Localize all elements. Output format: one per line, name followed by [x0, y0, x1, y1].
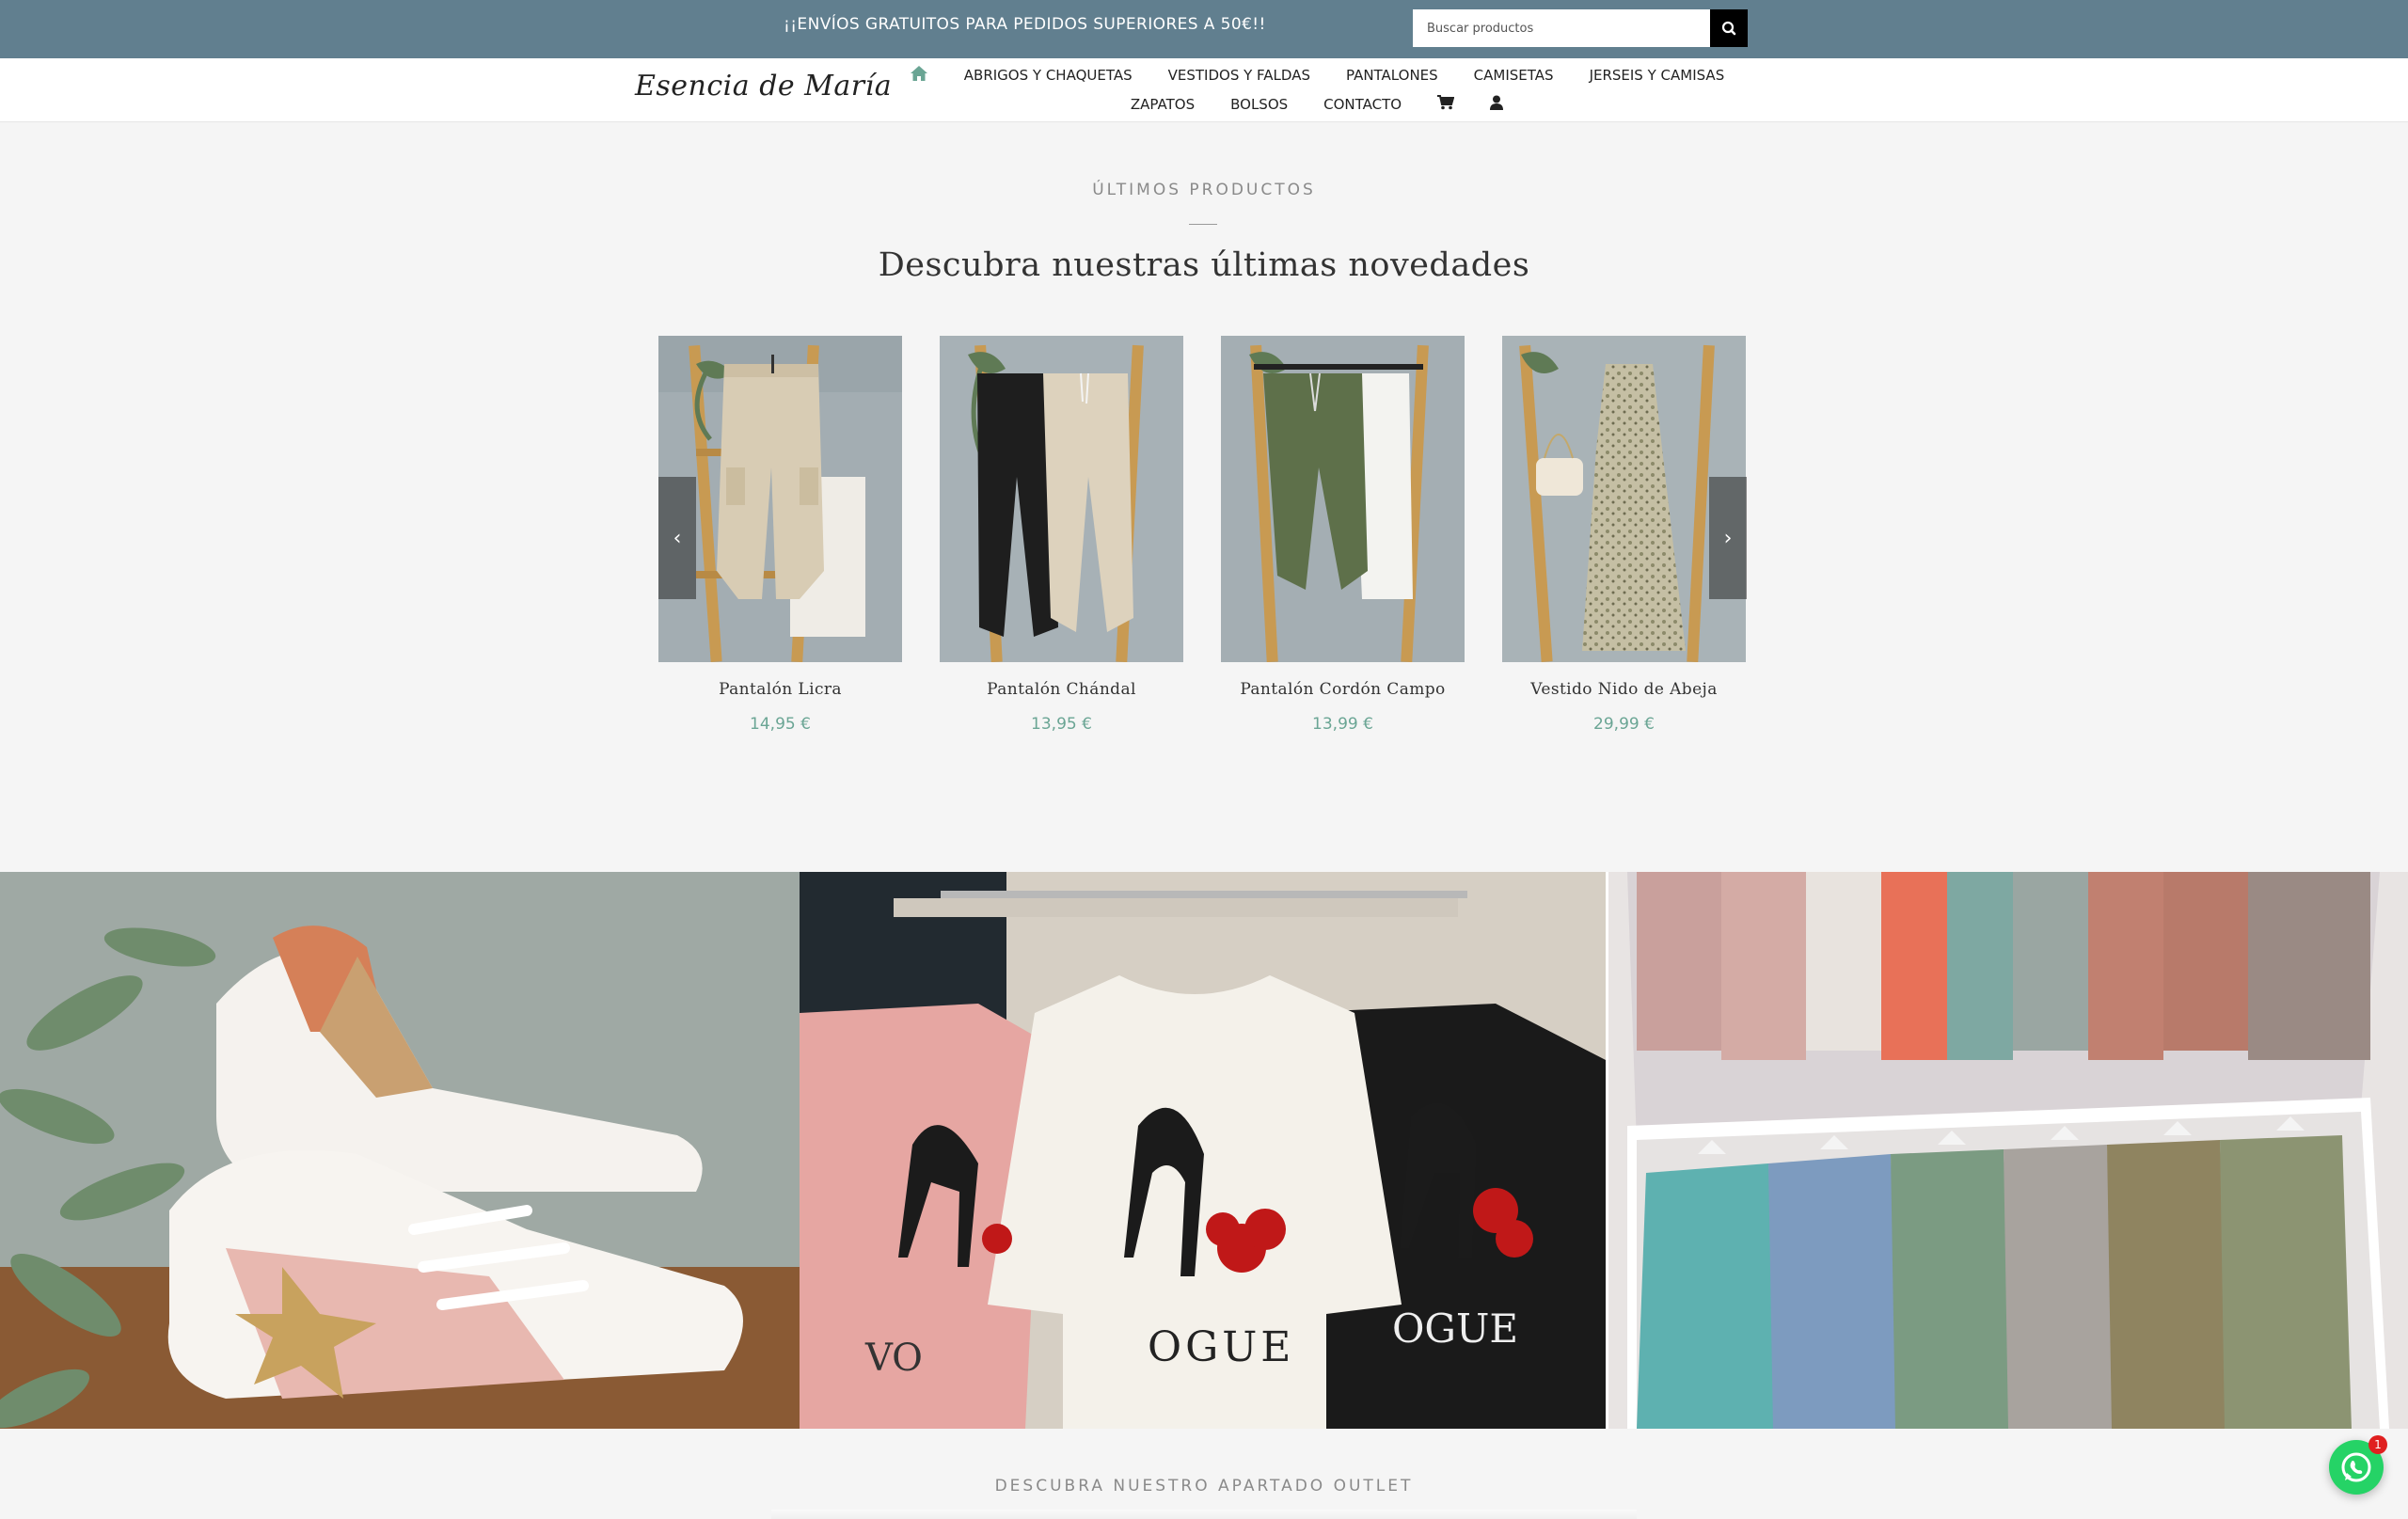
site-logo[interactable]: Esencia de María: [635, 70, 892, 103]
product-carousel: Pantalón Licra 14,95 € Pantalón Chándal …: [658, 336, 1747, 740]
chevron-right-icon: ›: [1723, 526, 1733, 550]
outlet-kicker: DESCUBRA NUESTRO APARTADO OUTLET: [994, 1477, 1414, 1495]
product-price: 14,95 €: [750, 715, 811, 734]
top-bar: ¡¡ENVÍOS GRATUITOS PARA PEDIDOS SUPERIOR…: [0, 0, 2408, 58]
product-name[interactable]: Pantalón Chándal: [940, 680, 1183, 699]
svg-text:OGUE: OGUE: [1148, 1323, 1294, 1371]
notification-badge: 1: [2368, 1435, 2387, 1454]
product-name[interactable]: Vestido Nido de Abeja: [1502, 680, 1746, 699]
search-input[interactable]: [1413, 9, 1710, 47]
main-nav: ABRIGOS Y CHAQUETAS VESTIDOS Y FALDAS PA…: [884, 58, 1750, 122]
product-name[interactable]: Pantalón Licra: [658, 680, 902, 699]
svg-text:VO: VO: [864, 1337, 923, 1380]
outlet-container: [771, 1510, 1637, 1519]
nav-vestidos[interactable]: VESTIDOS Y FALDAS: [1168, 67, 1310, 84]
user-icon[interactable]: [1490, 95, 1504, 114]
nav-abrigos[interactable]: ABRIGOS Y CHAQUETAS: [964, 67, 1133, 84]
product-image[interactable]: [1221, 336, 1465, 662]
cart-icon[interactable]: [1437, 95, 1455, 114]
nav-camisetas[interactable]: CAMISETAS: [1474, 67, 1554, 84]
nav-row-2: ZAPATOS BOLSOS CONTACTO: [884, 91, 1750, 118]
section-heading: Descubra nuestras últimas novedades: [878, 246, 1530, 284]
section-divider: [1189, 224, 1217, 225]
svg-text:OGUE: OGUE: [1392, 1305, 1518, 1352]
product-price: 13,95 €: [1031, 715, 1092, 734]
section-kicker: ÚLTIMOS PRODUCTOS: [1092, 181, 1316, 199]
search-box: [1413, 9, 1748, 47]
nav-row-1: ABRIGOS Y CHAQUETAS VESTIDOS Y FALDAS PA…: [884, 62, 1750, 88]
home-icon[interactable]: [910, 65, 928, 86]
product-price: 13,99 €: [1312, 715, 1373, 734]
search-button[interactable]: [1710, 9, 1748, 47]
banner-tops-image[interactable]: [1608, 872, 2408, 1429]
product-image[interactable]: [940, 336, 1183, 662]
search-icon: [1721, 21, 1736, 36]
chevron-left-icon: ‹: [673, 526, 682, 550]
promo-banner: OGUE VO OGUE: [0, 872, 2408, 1429]
shipping-promo: ¡¡ENVÍOS GRATUITOS PARA PEDIDOS SUPERIOR…: [784, 15, 1266, 34]
nav-bolsos[interactable]: BOLSOS: [1230, 96, 1288, 113]
banner-sweatshirts-image[interactable]: OGUE VO OGUE: [800, 872, 1606, 1429]
carousel-next-button[interactable]: ›: [1709, 477, 1747, 599]
site-header: Esencia de María ABRIGOS Y CHAQUETAS VES…: [0, 58, 2408, 122]
product-name[interactable]: Pantalón Cordón Campo: [1221, 680, 1465, 699]
nav-jerseis[interactable]: JERSEIS Y CAMISAS: [1590, 67, 1725, 84]
product-price: 29,99 €: [1593, 715, 1655, 734]
banner-sneakers-image[interactable]: [0, 872, 800, 1429]
carousel-prev-button[interactable]: ‹: [658, 477, 696, 599]
nav-pantalones[interactable]: PANTALONES: [1346, 67, 1438, 84]
nav-zapatos[interactable]: ZAPATOS: [1131, 96, 1195, 113]
nav-contacto[interactable]: CONTACTO: [1323, 96, 1402, 113]
